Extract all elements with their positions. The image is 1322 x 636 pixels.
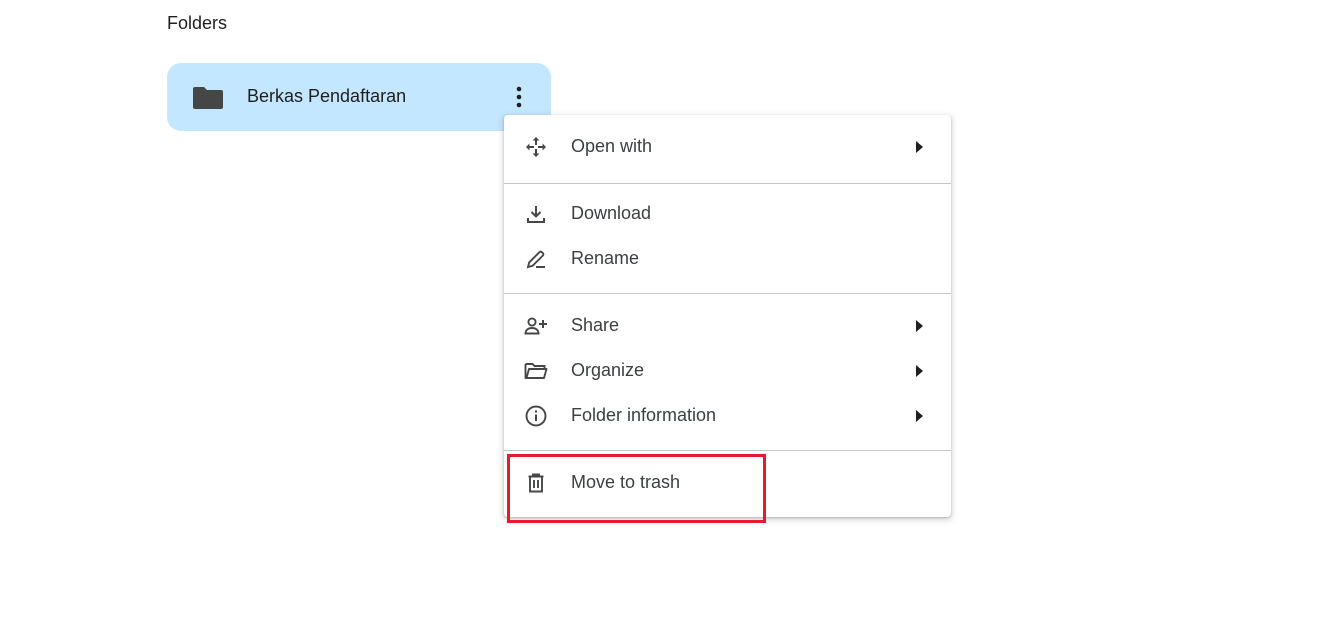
menu-label-move-to-trash: Move to trash xyxy=(571,472,681,492)
menu-item-folder-information[interactable]: Folder information xyxy=(504,393,951,438)
menu-label-folder-information: Folder information xyxy=(571,405,717,425)
menu-label-download: Download xyxy=(571,203,652,223)
menu-label-organize: Organize xyxy=(571,360,645,380)
folder-open-icon xyxy=(523,358,549,384)
folders-section-title: Folders xyxy=(167,13,228,33)
submenu-arrow-icon xyxy=(912,408,926,424)
more-vert-icon xyxy=(516,86,522,108)
pencil-icon xyxy=(523,246,549,272)
menu-divider xyxy=(504,183,951,184)
menu-divider xyxy=(504,450,951,451)
context-menu: Open with Download Rename Share Organize… xyxy=(504,115,951,517)
info-icon xyxy=(523,403,549,429)
menu-label-share: Share xyxy=(571,315,620,335)
person-add-icon xyxy=(523,313,549,339)
menu-label-open-with: Open with xyxy=(571,136,653,156)
submenu-arrow-icon xyxy=(912,318,926,334)
submenu-arrow-icon xyxy=(912,139,926,155)
move-arrows-icon xyxy=(523,134,549,160)
menu-item-rename[interactable]: Rename xyxy=(504,236,951,281)
menu-item-share[interactable]: Share xyxy=(504,303,951,348)
folder-name: Berkas Pendaftaran xyxy=(247,86,407,106)
folder-icon xyxy=(193,84,223,110)
menu-label-rename: Rename xyxy=(571,248,640,268)
more-actions-button[interactable] xyxy=(501,79,537,115)
download-icon xyxy=(523,201,549,227)
menu-item-download[interactable]: Download xyxy=(504,191,951,236)
trash-icon xyxy=(523,470,549,496)
submenu-arrow-icon xyxy=(912,363,926,379)
menu-item-open-with[interactable]: Open with xyxy=(504,124,951,169)
folder-card[interactable]: Berkas Pendaftaran xyxy=(167,63,551,131)
menu-divider xyxy=(504,293,951,294)
menu-item-organize[interactable]: Organize xyxy=(504,348,951,393)
menu-item-move-to-trash[interactable]: Move to trash xyxy=(504,460,951,505)
drive-page: Folders Berkas Pendaftaran Open with Dow… xyxy=(0,0,1322,636)
